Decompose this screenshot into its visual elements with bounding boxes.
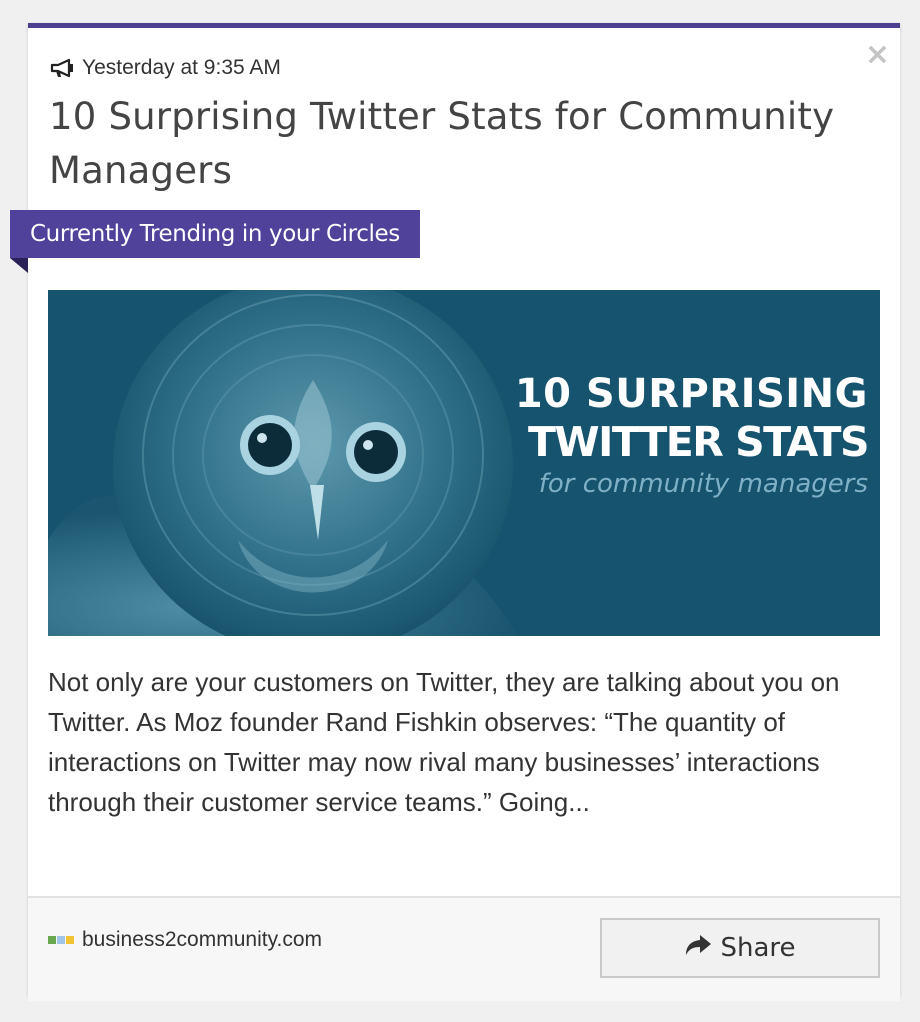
close-icon[interactable]: × [865,40,890,70]
source-domain: business2community.com [82,928,323,951]
post-timestamp: Yesterday at 9:35 AM [82,56,281,79]
post-excerpt: Not only are your customers on Twitter, … [48,667,840,817]
share-label: Share [720,933,796,963]
hero-line-1: 10 SURPRISING [514,371,868,417]
source-link[interactable]: business2community.com [48,928,322,952]
favicon-icon [48,936,74,944]
ribbon-fold [10,258,28,273]
megaphone-icon [50,58,76,78]
share-arrow-icon [684,933,712,964]
hero-line-2: TWITTER STATS [527,418,870,466]
share-button[interactable]: Share [600,918,880,978]
post-card: × Yesterday at 9:35 AM 10 Surprising Twi… [10,23,900,1001]
post-image[interactable]: 10 SURPRISING TWITTER STATS for communit… [48,290,880,636]
hero-line-3: for community managers [538,469,868,499]
post-meta: Yesterday at 9:35 AM [50,56,281,80]
trending-ribbon: Currently Trending in your Circles [10,210,420,258]
post-footer: business2community.com Share [28,896,900,1001]
hero-caption: 10 SURPRISING TWITTER STATS for communit… [514,370,870,502]
post-title[interactable]: 10 Surprising Twitter Stats for Communit… [49,90,869,198]
